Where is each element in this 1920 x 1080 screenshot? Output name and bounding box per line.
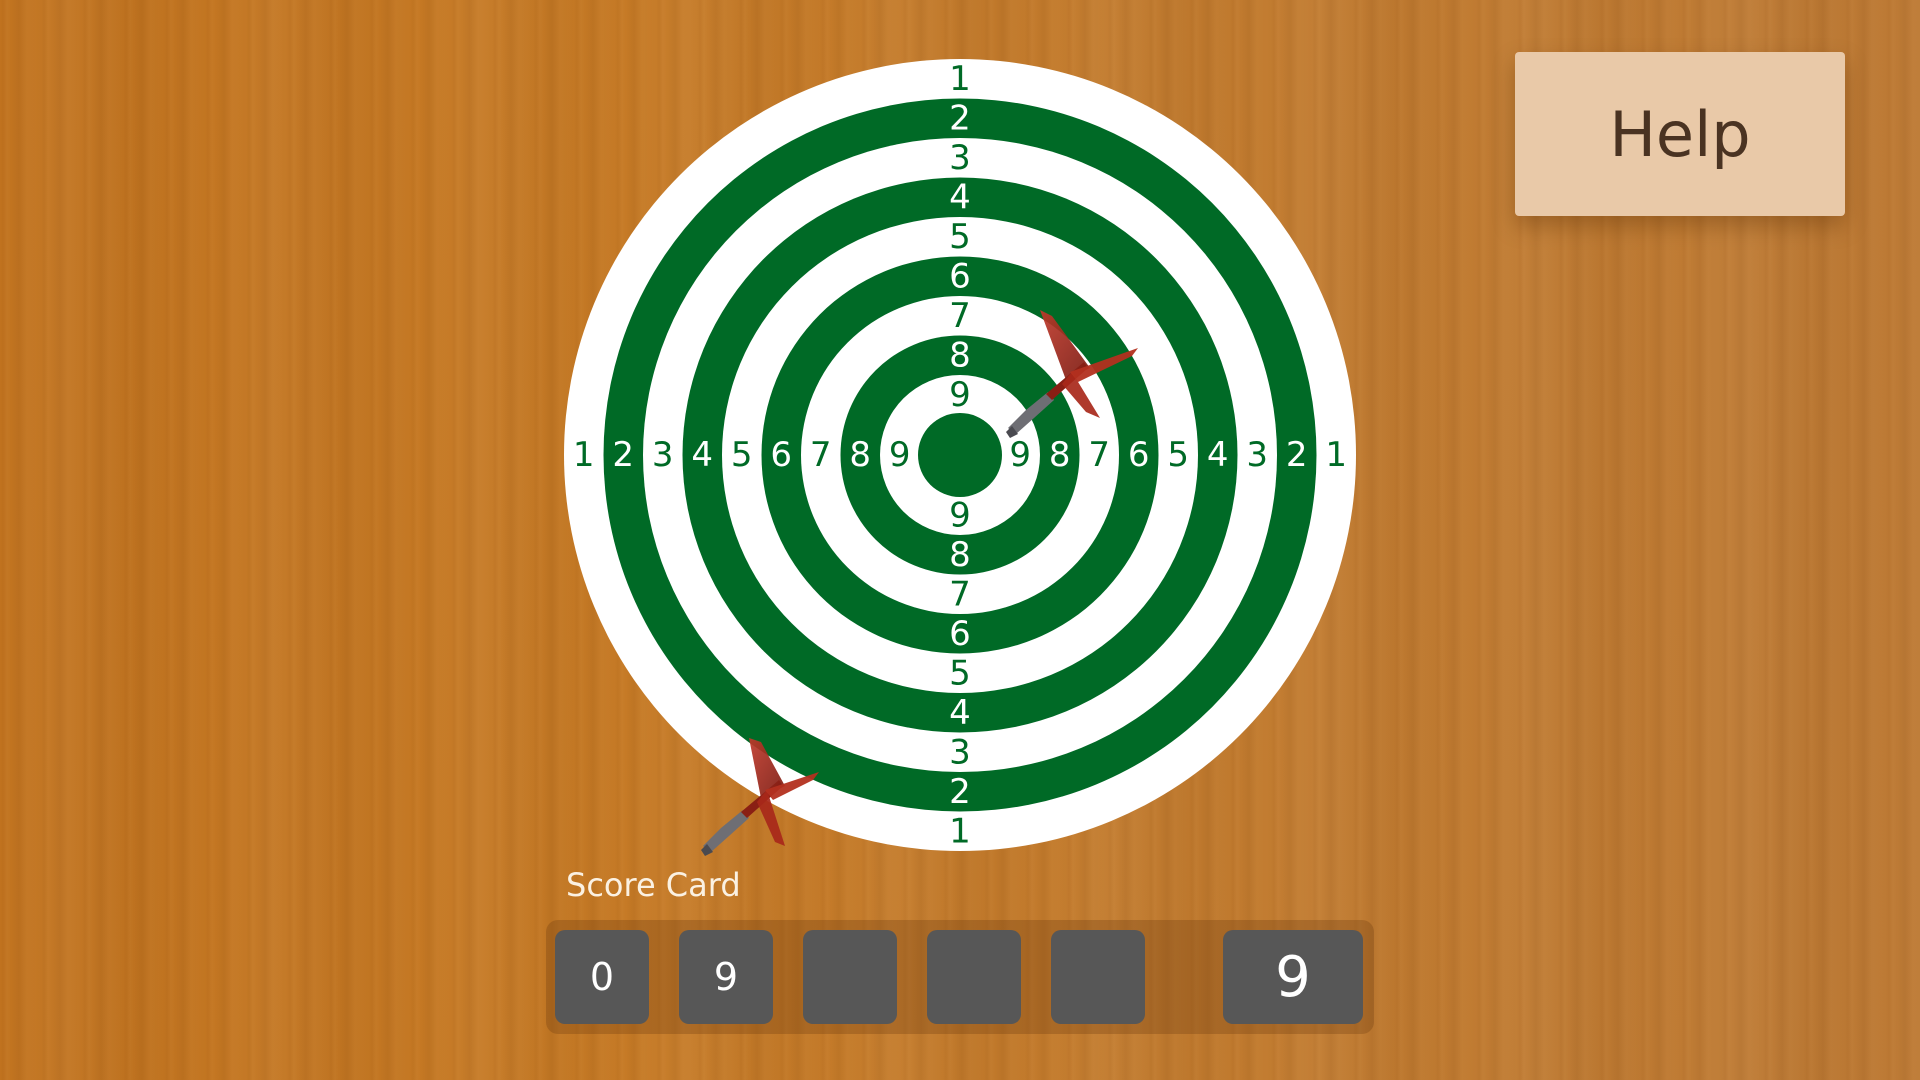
score-slot-5 (1051, 930, 1145, 1024)
ring-number-4: 4 (1207, 435, 1229, 475)
help-button[interactable]: Help (1515, 52, 1845, 216)
ring-number-7: 7 (949, 296, 971, 336)
ring-number-2: 2 (949, 772, 971, 812)
ring-number-4: 4 (691, 435, 713, 475)
ring-number-5: 5 (1167, 435, 1189, 475)
bullseye (918, 413, 1002, 497)
ring-number-5: 5 (731, 435, 753, 475)
ring-number-9: 9 (1009, 435, 1031, 475)
ring-number-8: 8 (1049, 435, 1071, 475)
ring-number-9: 9 (889, 435, 911, 475)
ring-number-5: 5 (949, 653, 971, 693)
ring-number-1: 1 (573, 435, 595, 475)
ring-number-1: 1 (949, 811, 971, 851)
score-slot-2: 9 (679, 930, 773, 1024)
score-slot-3 (803, 930, 897, 1024)
ring-number-7: 7 (1088, 435, 1110, 475)
ring-number-4: 4 (949, 177, 971, 217)
ring-number-6: 6 (949, 256, 971, 296)
ring-number-2: 2 (612, 435, 634, 475)
ring-number-2: 2 (949, 98, 971, 138)
ring-number-8: 8 (949, 335, 971, 375)
ring-number-7: 7 (949, 574, 971, 614)
ring-number-1: 1 (949, 59, 971, 99)
ring-number-5: 5 (949, 217, 971, 257)
ring-number-3: 3 (949, 732, 971, 772)
ring-number-6: 6 (949, 614, 971, 654)
ring-number-7: 7 (810, 435, 832, 475)
ring-number-3: 3 (949, 138, 971, 178)
score-card: 0 9 9 (546, 920, 1374, 1034)
score-card-title: Score Card (566, 866, 741, 904)
target-rings: 111 1222 2333 3444 4555 5666 6777 7888 8999 9 (564, 59, 1356, 851)
ring-number-3: 3 (1246, 435, 1268, 475)
ring-number-9: 9 (949, 495, 971, 535)
ring-number-6: 6 (770, 435, 792, 475)
score-slot-4 (927, 930, 1021, 1024)
dartboard-target[interactable]: 111122223333444455556666777788889999 (564, 59, 1356, 851)
score-slot-1: 0 (555, 930, 649, 1024)
help-label: Help (1609, 97, 1751, 171)
ring-number-6: 6 (1128, 435, 1150, 475)
ring-number-9: 9 (949, 375, 971, 415)
ring-number-8: 8 (949, 535, 971, 575)
ring-number-3: 3 (652, 435, 674, 475)
score-total: 9 (1223, 930, 1363, 1024)
ring-number-4: 4 (949, 693, 971, 733)
ring-number-1: 1 (1325, 435, 1347, 475)
ring-number-2: 2 (1286, 435, 1308, 475)
ring-number-8: 8 (849, 435, 871, 475)
